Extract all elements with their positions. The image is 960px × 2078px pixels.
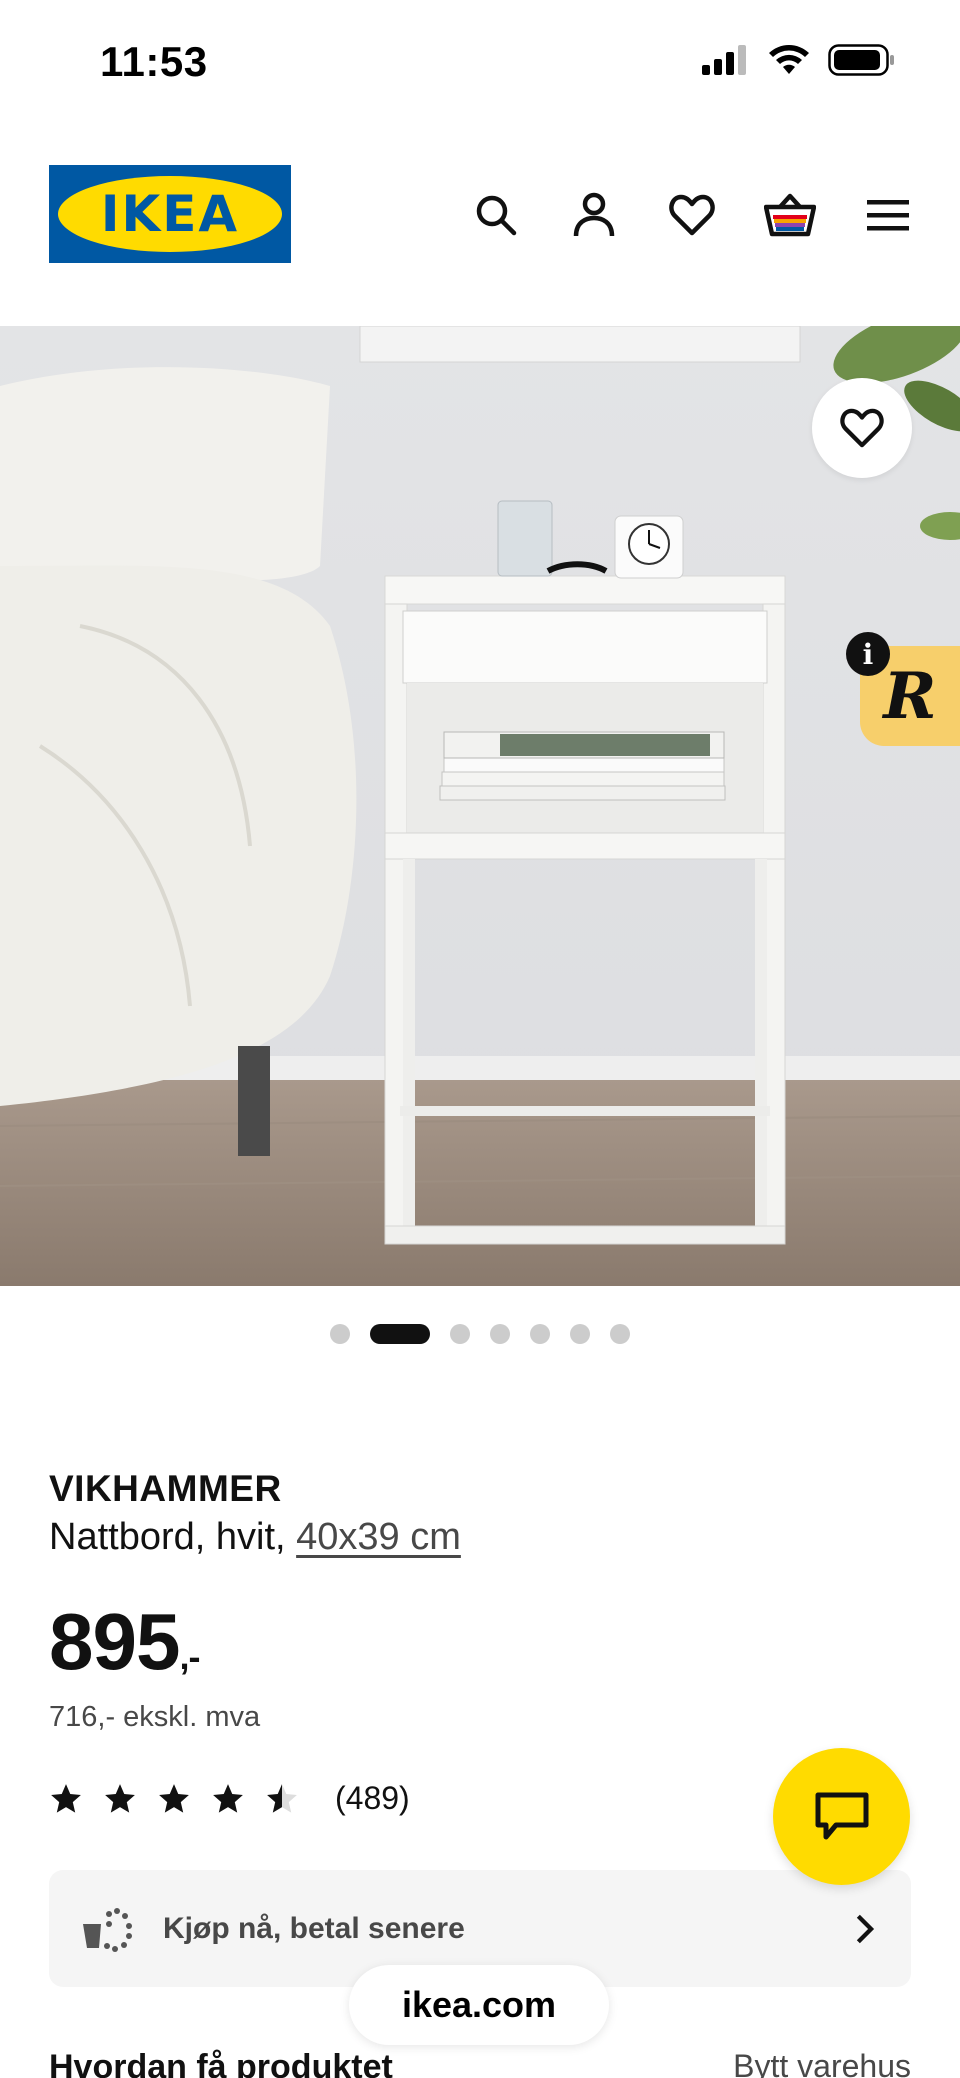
carousel-dot[interactable]	[330, 1324, 350, 1344]
carousel-dot[interactable]	[450, 1324, 470, 1344]
carousel-dot[interactable]	[570, 1324, 590, 1344]
product-name: VIKHAMMER	[49, 1468, 282, 1509]
add-to-favourites-button[interactable]	[812, 378, 912, 478]
payment-icon	[83, 1907, 132, 1952]
logo-text: IKEA	[100, 185, 240, 243]
carousel-dot[interactable]	[530, 1324, 550, 1344]
heart-icon	[840, 408, 884, 448]
rating-count: (489)	[335, 1780, 410, 1816]
cellular-signal-icon	[702, 45, 746, 75]
status-bar: 11:53	[0, 0, 960, 120]
logo-oval: IKEA	[58, 176, 282, 252]
browser-url-bar[interactable]: ikea.com	[349, 1965, 609, 2045]
product-rating[interactable]: (489)	[49, 1780, 410, 1817]
info-icon[interactable]: i	[846, 632, 890, 676]
account-icon[interactable]	[564, 185, 624, 245]
wifi-icon	[769, 45, 809, 74]
price-value: 895	[49, 1597, 180, 1686]
product-description: Nattbord, hvit, 40x39 cm	[49, 1516, 461, 1559]
info-icon-letter: i	[862, 637, 874, 671]
site-header: IKEA	[0, 150, 960, 280]
delivery-section-title: Hvordan få produktet	[49, 2048, 393, 2078]
carousel-dot-active[interactable]	[370, 1324, 430, 1344]
menu-icon[interactable]	[858, 185, 918, 245]
buy-now-pay-later-label: Kjøp nå, betal senere	[163, 1911, 465, 1945]
price-excluding-vat: 716,- ekskl. mva	[49, 1701, 261, 1733]
status-time: 11:53	[100, 38, 208, 85]
price-suffix: ,-	[179, 1636, 200, 1677]
change-store-link[interactable]: Bytt varehus	[733, 2048, 911, 2078]
star-icon	[105, 1783, 135, 1813]
ikea-logo[interactable]: IKEA	[49, 165, 291, 263]
product-price: 895,-	[49, 1596, 200, 1688]
chevron-right-icon	[856, 1914, 875, 1943]
product-image-carousel[interactable]: R i	[0, 326, 960, 1286]
review-widget-letter: R	[883, 658, 937, 734]
chat-button[interactable]	[773, 1748, 910, 1885]
product-photo	[0, 326, 960, 1286]
battery-icon	[828, 44, 894, 76]
chat-icon	[815, 1792, 868, 1839]
search-icon[interactable]	[466, 185, 526, 245]
star-icon	[159, 1783, 189, 1813]
status-icons	[702, 44, 896, 76]
star-half-icon	[267, 1783, 297, 1813]
shopping-bag-icon[interactable]	[760, 185, 820, 245]
star-icon	[51, 1783, 81, 1813]
header-actions	[466, 185, 918, 245]
carousel-dot[interactable]	[610, 1324, 630, 1344]
heart-icon[interactable]	[662, 185, 722, 245]
carousel-pagination	[0, 1324, 960, 1344]
carousel-dot[interactable]	[490, 1324, 510, 1344]
star-icon	[213, 1783, 243, 1813]
product-size-link[interactable]: 40x39 cm	[296, 1516, 461, 1558]
product-description-text: Nattbord, hvit,	[49, 1516, 297, 1558]
